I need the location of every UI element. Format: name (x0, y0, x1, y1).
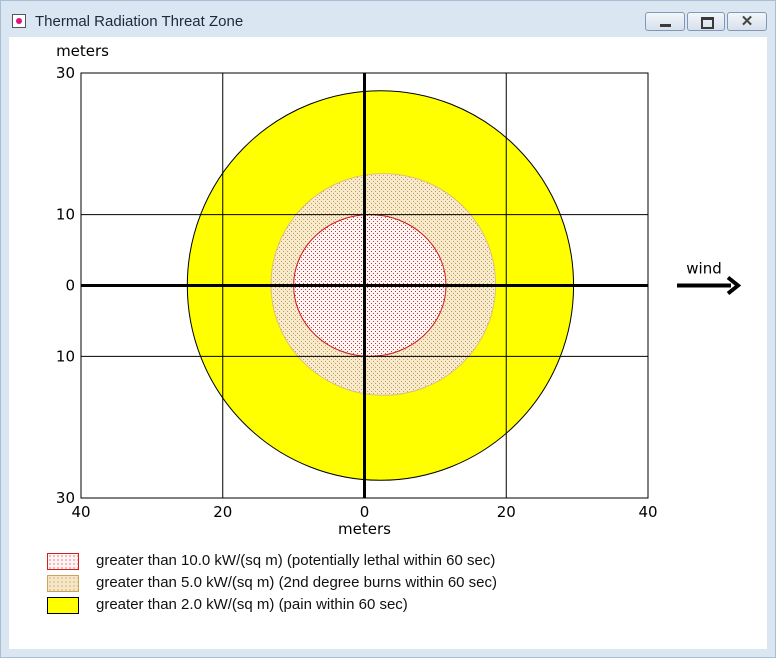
maximize-button[interactable] (687, 12, 725, 31)
window-title: Thermal Radiation Threat Zone (35, 13, 244, 30)
minimize-button[interactable] (645, 12, 685, 31)
x-tick-label: 20 (213, 503, 232, 521)
y-tick-label: 10 (56, 206, 75, 224)
wind-label: wind (686, 260, 721, 278)
y-axis-label: meters (56, 42, 109, 60)
legend-label-burns: greater than 5.0 kW/(sq m) (2nd degree b… (96, 574, 498, 591)
x-tick-label: 40 (638, 503, 657, 521)
legend-label-lethal: greater than 10.0 kW/(sq m) (potentially… (96, 552, 496, 569)
threat-zone-chart: 30100103040 20 0 20 40metersmeterswind (56, 42, 742, 538)
close-button[interactable]: ✕ (727, 12, 767, 31)
app-window: Thermal Radiation Threat Zone ✕ 30 10 0 … (0, 0, 776, 658)
x-tick-label: 40 (71, 503, 90, 521)
client-area: 30 10 0 10 30 40 20 0 20 40 meters meters wind great… (9, 37, 767, 649)
title-bar[interactable]: Thermal Radiation Threat Zone ✕ (1, 1, 775, 37)
legend-swatch-pain (47, 597, 79, 614)
y-tick-label: 0 (65, 277, 75, 295)
app-icon[interactable] (12, 14, 26, 28)
y-tick-label: 30 (56, 64, 75, 82)
x-axis-label: meters (338, 520, 391, 538)
close-icon: ✕ (740, 13, 754, 30)
y-tick-label: 10 (56, 347, 75, 365)
legend-label-pain: greater than 2.0 kW/(sq m) (pain within … (96, 596, 408, 613)
x-tick-label: 0 (360, 503, 370, 521)
minimize-icon (646, 13, 684, 30)
legend-swatch-lethal (47, 553, 79, 570)
legend-swatch-burns (47, 575, 79, 592)
x-tick-label: 20 (497, 503, 516, 521)
maximize-icon (688, 13, 724, 30)
